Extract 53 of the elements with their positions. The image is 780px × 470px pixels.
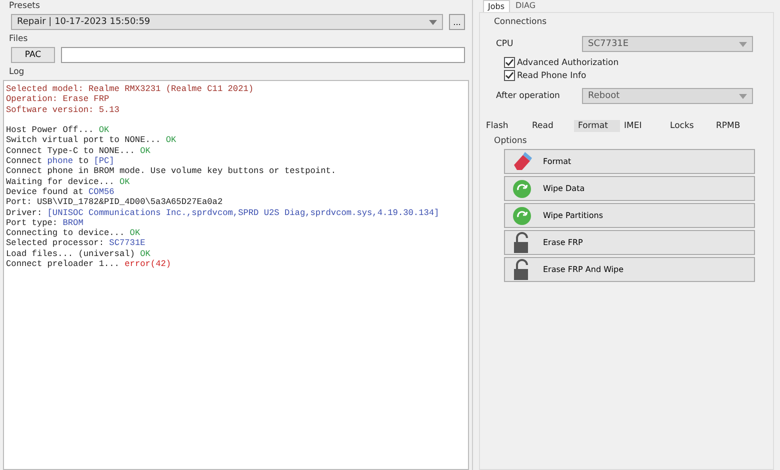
tab[interactable]: IMEI [620,120,666,132]
tab[interactable]: Format [574,120,620,132]
group-label: Log [9,67,26,78]
option-button[interactable]: Wipe Partitions [504,203,755,228]
tab[interactable]: RPMB [712,120,758,132]
option-button[interactable]: Format [504,149,755,174]
file-path-field[interactable] [61,47,465,63]
log-line: Load files... (universal) OK [6,248,150,259]
log-line: Port: USB\VID_1782&PID_4D00\5a3A65D27Ea0a2 [6,197,223,208]
checkbox-label: Advanced Authorization [517,58,619,68]
log-line: Connecting to device... OK [6,228,140,238]
after-operation-label: After operation [496,91,561,101]
log-line: Connect phone to [PC] [6,156,114,166]
caret-icon [739,42,747,46]
tab[interactable]: Flash [482,120,528,132]
checkbox[interactable] [504,57,515,68]
log-line: Selected processor: SC7731E [6,238,146,248]
pac-button[interactable]: PAC [11,47,55,63]
group-label: Options [494,136,528,147]
presets-dropdown[interactable]: Repair | 10-17-2023 15:50:59 [11,14,443,30]
log-line: Driver: [UNISOC Communications Inc.,sprdvcom,SPRD U2S Diag,sprdvcom.sys,4.19.30.134] [6,208,440,218]
recycle-icon [511,178,533,200]
log-line: Switch virtual port to NONE... OK [6,135,176,146]
log-line: Port type: BROM [6,218,84,228]
checkbox[interactable] [504,70,515,81]
log-line: Selected model: Realme RMX3231 (Realme C11 2021) [6,84,254,94]
log-line: Operation: Erase FRP [6,94,110,104]
option-button[interactable]: Erase FRP [504,230,755,255]
log-line: Waiting for device... OK [6,176,130,187]
option-button[interactable]: Erase FRP And Wipe [504,257,755,282]
log-line: Connect phone in BROM mode. Use volume key buttons or testpoint. [6,166,336,176]
cpu-label: CPU [496,39,514,49]
browse-button[interactable]: ... [449,14,465,30]
option-button[interactable]: Wipe Data [504,176,755,201]
log-line: Connect Type-C to NONE... OK [6,146,150,156]
log-line: Software version: 5.13 [6,104,120,115]
tab[interactable]: Jobs [483,0,510,12]
after-operation-dropdown[interactable]: Reboot [582,88,753,104]
tab[interactable]: DIAG [512,0,540,12]
group-label: Presets [9,1,41,12]
tab[interactable]: Locks [666,120,712,132]
eraser-icon [511,150,533,172]
tab[interactable]: Read [528,120,574,132]
caret-icon [739,94,747,98]
group-label: Files [9,34,29,45]
log-line: Host Power Off... OK [6,125,110,136]
recycle-icon [511,204,533,226]
group-label: Connections [494,17,548,28]
log-line: Connect preloader 1... error(42) [6,259,172,270]
caret-icon [429,20,437,24]
log-line: Device found at COM56 [6,186,114,197]
cpu-dropdown[interactable]: SC7731E [582,36,753,52]
checkbox-label: Read Phone Info [517,70,586,80]
